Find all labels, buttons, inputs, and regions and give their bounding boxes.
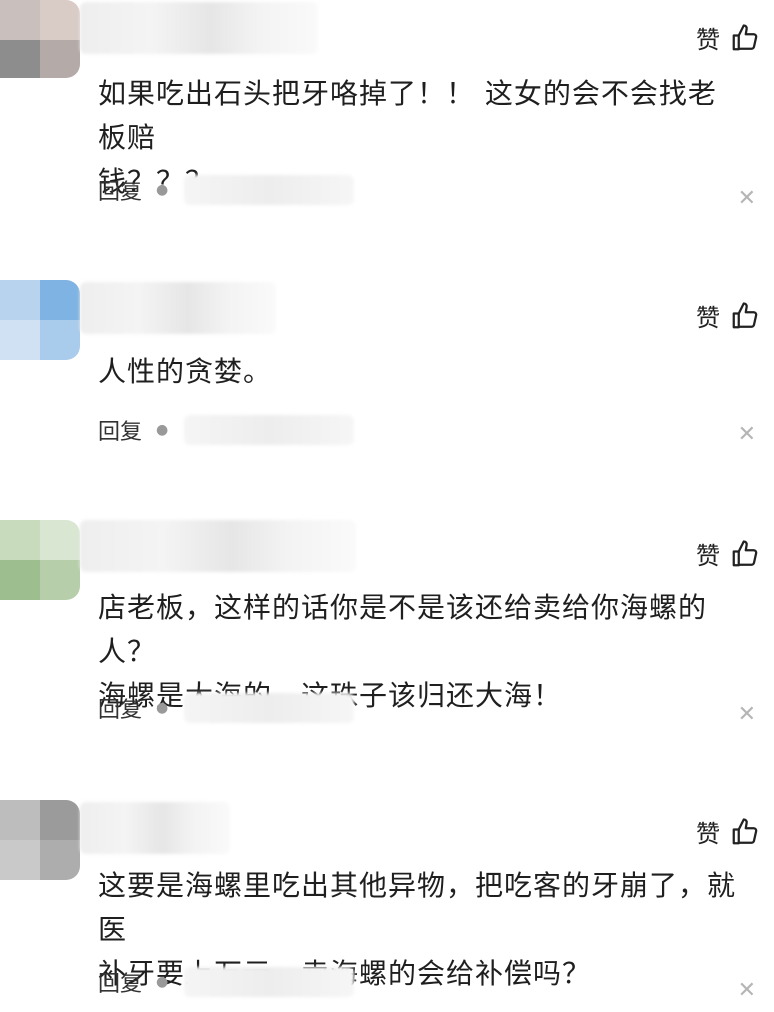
- reply-row: 回复 ●: [98, 174, 355, 206]
- like-label: 赞: [696, 820, 720, 848]
- avatar[interactable]: [0, 800, 80, 880]
- like-button[interactable]: 赞: [696, 20, 760, 55]
- thumbs-up-icon: [732, 539, 758, 566]
- timestamp-redacted: [184, 967, 355, 997]
- reply-row: 回复 ●: [98, 414, 355, 446]
- separator-dot: ●: [156, 700, 169, 716]
- like-button[interactable]: 赞: [696, 814, 760, 849]
- comment-line: 如果吃出石头把牙咯掉了！！ 这女的会不会找老板赔: [98, 77, 717, 154]
- thumbs-up-icon: [732, 817, 758, 844]
- username-redacted: [80, 802, 230, 854]
- separator-dot: ●: [156, 182, 169, 198]
- timestamp-redacted: [184, 175, 355, 205]
- comment-line: 店老板，这样的话你是不是该还给卖给你海螺的人？: [98, 591, 708, 668]
- like-label: 赞: [696, 304, 720, 332]
- reply-row: 回复 ●: [98, 692, 355, 724]
- comment-text: 人性的贪婪。: [98, 350, 744, 394]
- username-redacted: [80, 2, 318, 54]
- close-icon[interactable]: ✕: [738, 704, 756, 726]
- reply-row: 回复 ●: [98, 966, 355, 998]
- reply-button[interactable]: 回复: [98, 174, 142, 206]
- timestamp-redacted: [184, 415, 355, 445]
- comment-item: 赞 店老板，这样的话你是不是该还给卖给你海螺的人？ 海螺是大海的，这珠子该归还大…: [0, 520, 774, 760]
- comment-item: 赞 人性的贪婪。 回复 ● ✕: [0, 280, 774, 480]
- thumbs-up-icon: [732, 23, 758, 50]
- timestamp-redacted: [184, 693, 355, 723]
- reply-button[interactable]: 回复: [98, 414, 142, 446]
- like-label: 赞: [696, 26, 720, 54]
- close-icon[interactable]: ✕: [738, 424, 756, 446]
- comment-line: 人性的贪婪。: [98, 355, 273, 388]
- separator-dot: ●: [156, 974, 169, 990]
- comment-line: 这要是海螺里吃出其他异物，把吃客的牙崩了，就医: [98, 869, 737, 946]
- separator-dot: ●: [156, 422, 169, 438]
- reply-button[interactable]: 回复: [98, 692, 142, 724]
- username-redacted: [80, 282, 276, 334]
- username-redacted: [80, 520, 356, 572]
- reply-button[interactable]: 回复: [98, 966, 142, 998]
- like-button[interactable]: 赞: [696, 536, 760, 571]
- close-icon[interactable]: ✕: [738, 188, 756, 210]
- avatar[interactable]: [0, 280, 80, 360]
- comment-item: 赞 如果吃出石头把牙咯掉了！！ 这女的会不会找老板赔 钱？？？ 回复 ● ✕: [0, 0, 774, 260]
- avatar[interactable]: [0, 0, 80, 78]
- avatar[interactable]: [0, 520, 80, 600]
- like-button[interactable]: 赞: [696, 298, 760, 333]
- comment-item: 赞 这要是海螺里吃出其他异物，把吃客的牙崩了，就医 补牙要上万元，卖海螺的会给补…: [0, 800, 774, 1012]
- thumbs-up-icon: [732, 301, 758, 328]
- close-icon[interactable]: ✕: [738, 980, 756, 1002]
- like-label: 赞: [696, 542, 720, 570]
